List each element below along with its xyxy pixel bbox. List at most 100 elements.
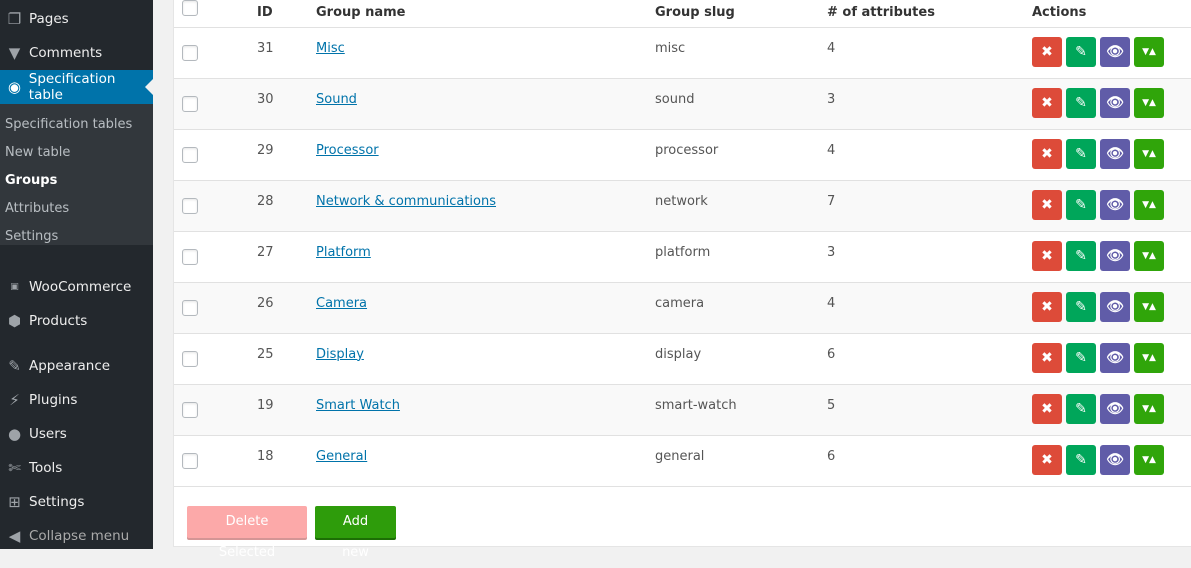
view-button[interactable]: 👁: [1100, 444, 1130, 475]
group-name-link[interactable]: Misc: [316, 41, 345, 56]
view-button[interactable]: 👁: [1100, 342, 1130, 373]
select-all-checkbox[interactable]: [182, 0, 198, 16]
view-button[interactable]: 👁: [1100, 393, 1130, 424]
eye-icon: 👁: [1106, 196, 1124, 213]
reorder-button[interactable]: ▼▲: [1134, 36, 1164, 67]
edit-button[interactable]: ✎: [1066, 240, 1096, 271]
row-checkbox[interactable]: [182, 197, 198, 214]
delete-button[interactable]: ✖: [1032, 36, 1062, 67]
edit-icon: ✎: [1075, 145, 1087, 162]
menu-plugins[interactable]: ⚡ Plugins: [0, 383, 153, 417]
edit-icon: ✎: [1075, 298, 1087, 315]
group-name-link[interactable]: Smart Watch: [316, 398, 400, 413]
delete-button[interactable]: ✖: [1032, 138, 1062, 169]
edit-button[interactable]: ✎: [1066, 291, 1096, 322]
menu-settings[interactable]: ⊞ Settings: [0, 485, 153, 519]
reorder-button[interactable]: ▼▲: [1134, 240, 1164, 271]
group-id: 27: [257, 231, 316, 283]
delete-button[interactable]: ✖: [1032, 240, 1062, 271]
edit-button[interactable]: ✎: [1066, 87, 1096, 118]
edit-icon: ✎: [1075, 451, 1087, 468]
delete-button[interactable]: ✖: [1032, 87, 1062, 118]
sort-icon: ▼▲: [1142, 250, 1156, 261]
group-slug: smart-watch: [655, 384, 827, 436]
menu-tools[interactable]: ✄ Tools: [0, 451, 153, 485]
table-row: 18 General general 6 ✖ ✎ 👁 ▼▲: [174, 435, 1191, 487]
edit-button[interactable]: ✎: [1066, 393, 1096, 424]
reorder-button[interactable]: ▼▲: [1134, 189, 1164, 220]
row-checkbox[interactable]: [182, 299, 198, 316]
submenu-groups[interactable]: Groups: [0, 167, 153, 195]
group-name-link[interactable]: Platform: [316, 245, 371, 260]
view-button[interactable]: 👁: [1100, 138, 1130, 169]
table-header: ID Group name Group slug # of attributes…: [174, 0, 1191, 28]
group-name-link[interactable]: Display: [316, 347, 364, 362]
submenu-new-table[interactable]: New table: [0, 139, 153, 167]
sort-icon: ▼▲: [1142, 97, 1156, 108]
menu-specification-table[interactable]: ◉ Specification table: [0, 70, 153, 104]
group-name-link[interactable]: Processor: [316, 143, 379, 158]
groups-table: ID Group name Group slug # of attributes…: [174, 0, 1191, 487]
row-checkbox[interactable]: [182, 401, 198, 418]
group-slug: platform: [655, 231, 827, 283]
reorder-button[interactable]: ▼▲: [1134, 87, 1164, 118]
view-button[interactable]: 👁: [1100, 291, 1130, 322]
close-icon: ✖: [1041, 400, 1053, 417]
reorder-button[interactable]: ▼▲: [1134, 444, 1164, 475]
submenu-specification-tables[interactable]: Specification tables: [0, 111, 153, 139]
menu-pages[interactable]: ❐ Pages: [0, 2, 153, 36]
row-checkbox[interactable]: [182, 350, 198, 367]
row-checkbox[interactable]: [182, 44, 198, 61]
add-new-button[interactable]: Add new: [315, 506, 396, 560]
eye-icon: 👁: [1106, 298, 1124, 315]
group-name-link[interactable]: Sound: [316, 92, 357, 107]
reorder-button[interactable]: ▼▲: [1134, 291, 1164, 322]
menu-comments[interactable]: ▼ Comments: [0, 36, 153, 70]
group-slug: network: [655, 180, 827, 232]
reorder-button[interactable]: ▼▲: [1134, 393, 1164, 424]
view-button[interactable]: 👁: [1100, 189, 1130, 220]
edit-button[interactable]: ✎: [1066, 36, 1096, 67]
admin-sidebar: ❐ Pages ▼ Comments ◉ Specification table Sp…: [0, 0, 153, 549]
eye-icon: 👁: [1106, 349, 1124, 366]
menu-users[interactable]: ● Users: [0, 417, 153, 451]
products-icon: ⬢: [7, 312, 22, 330]
view-button[interactable]: 👁: [1100, 240, 1130, 271]
submenu-attributes[interactable]: Attributes: [0, 195, 153, 223]
group-name-link[interactable]: General: [316, 449, 367, 464]
close-icon: ✖: [1041, 196, 1053, 213]
view-button[interactable]: 👁: [1100, 87, 1130, 118]
group-slug: camera: [655, 282, 827, 334]
row-checkbox[interactable]: [182, 452, 198, 469]
specification-icon: ◉: [7, 78, 21, 96]
menu-products[interactable]: ⬢ Products: [0, 304, 153, 338]
reorder-button[interactable]: ▼▲: [1134, 342, 1164, 373]
group-id: 19: [257, 384, 316, 436]
view-button[interactable]: 👁: [1100, 36, 1130, 67]
attribute-count: 5: [827, 384, 1032, 436]
group-name-link[interactable]: Camera: [316, 296, 367, 311]
row-checkbox[interactable]: [182, 146, 198, 163]
close-icon: ✖: [1041, 145, 1053, 162]
edit-button[interactable]: ✎: [1066, 444, 1096, 475]
delete-selected-button[interactable]: Delete Selected: [187, 506, 307, 560]
delete-button[interactable]: ✖: [1032, 189, 1062, 220]
row-checkbox[interactable]: [182, 248, 198, 265]
delete-button[interactable]: ✖: [1032, 444, 1062, 475]
menu-woocommerce[interactable]: ▣ WooCommerce: [0, 270, 153, 304]
edit-button[interactable]: ✎: [1066, 138, 1096, 169]
delete-button[interactable]: ✖: [1032, 342, 1062, 373]
group-name-link[interactable]: Network & communications: [316, 194, 496, 209]
reorder-button[interactable]: ▼▲: [1134, 138, 1164, 169]
edit-button[interactable]: ✎: [1066, 189, 1096, 220]
delete-button[interactable]: ✖: [1032, 291, 1062, 322]
delete-button[interactable]: ✖: [1032, 393, 1062, 424]
row-checkbox[interactable]: [182, 95, 198, 112]
collapse-icon: ◀: [8, 527, 21, 545]
tools-icon: ✄: [8, 459, 21, 477]
collapse-menu[interactable]: ◀ Collapse menu: [0, 519, 153, 553]
eye-icon: 👁: [1106, 247, 1124, 264]
submenu-settings[interactable]: Settings: [0, 223, 153, 251]
menu-appearance[interactable]: ✎ Appearance: [0, 349, 153, 383]
edit-button[interactable]: ✎: [1066, 342, 1096, 373]
